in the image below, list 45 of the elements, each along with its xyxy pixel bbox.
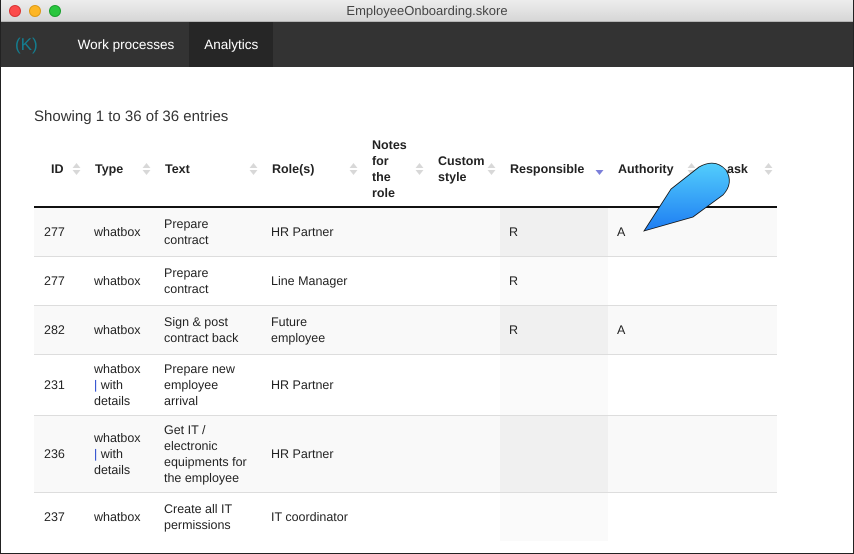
column-header[interactable]: Text [165, 161, 190, 177]
table-cell: Line Manager [271, 274, 348, 288]
window-title: EmployeeOnboarding.skore [346, 3, 508, 18]
table-cell: Prepare contract [164, 217, 208, 247]
table-cell: whatbox [94, 323, 141, 337]
table-cell: whatbox [94, 274, 141, 288]
table-cell: whatbox | with details [94, 362, 141, 408]
table-cell: A [617, 225, 626, 239]
table-cell: 282 [44, 323, 65, 337]
table-cell: A [617, 323, 626, 337]
column-header[interactable]: Authority [618, 161, 674, 177]
entries-summary: Showing 1 to 36 of 36 entries [34, 108, 230, 125]
table-cell: R [509, 323, 518, 337]
table-cell: Get IT / electronic equipments for the employee [164, 423, 247, 485]
close-icon[interactable] [9, 4, 21, 16]
column-header[interactable]: Notes for the role [372, 137, 410, 201]
table-cell: HR Partner [271, 447, 334, 461]
table-cell: Future employee [271, 315, 326, 345]
zoom-icon[interactable] [49, 4, 61, 16]
table-cell: 236 [44, 447, 65, 461]
table-cell: whatbox | with details [94, 431, 141, 477]
table-cell: whatbox [94, 510, 141, 524]
column-header[interactable]: Custom style [438, 153, 485, 185]
table-cell: whatbox [94, 225, 141, 239]
column-header[interactable]: Type [95, 161, 124, 177]
table-cell: HR Partner [271, 225, 334, 239]
column-header[interactable]: ID [51, 161, 64, 177]
table-cell: Prepare contract [164, 266, 208, 296]
column-header[interactable]: Responsible [510, 161, 584, 177]
table-cell: Prepare new employee arrival [164, 362, 235, 408]
nav-tab[interactable]: Work processes [62, 22, 190, 67]
table-cell: HR Partner [271, 378, 334, 392]
table-cell: 237 [44, 510, 65, 524]
table-cell: 277 [44, 274, 65, 288]
table-cell: 277 [44, 225, 65, 239]
table-cell: R [509, 225, 518, 239]
column-header[interactable]: Role(s) [272, 161, 314, 177]
column-header[interactable]: ask [727, 161, 748, 177]
nav-tab[interactable]: Analytics [189, 22, 274, 67]
table-cell: Sign & post contract back [164, 315, 238, 345]
table-cell: R [509, 274, 518, 288]
table-cell: IT coordinator [271, 510, 348, 524]
table-cell: Create all IT permissions [164, 502, 232, 532]
minimize-icon[interactable] [29, 4, 41, 16]
table-cell: 231 [44, 378, 65, 392]
